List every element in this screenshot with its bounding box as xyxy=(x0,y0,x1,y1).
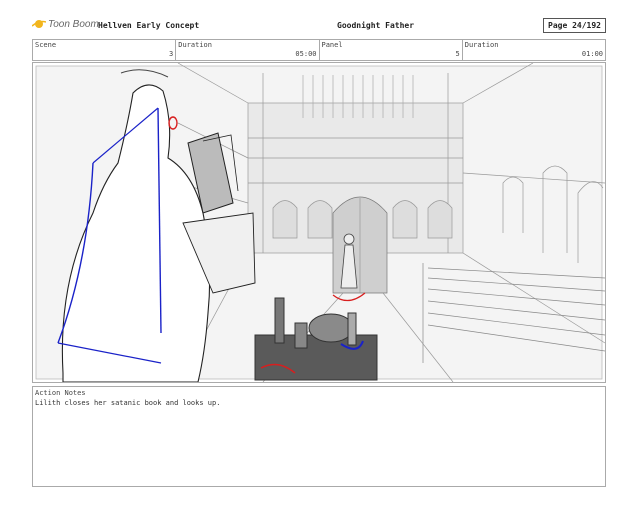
page-number: Page 24/192 xyxy=(543,18,606,33)
cathedral-sketch xyxy=(35,63,605,382)
duration-label: Duration xyxy=(178,41,212,49)
project-name: Hellven Early Concept xyxy=(98,21,200,30)
panel-duration-label: Duration xyxy=(464,41,499,49)
panel-label: Panel xyxy=(321,41,343,49)
logo-text: Toon Boom xyxy=(48,18,99,30)
sun-logo-icon xyxy=(32,20,46,28)
action-notes-label: Action Notes xyxy=(35,389,86,397)
storyboard-title: Goodnight Father xyxy=(337,21,415,30)
duration-cell: Duration 05:00 xyxy=(176,40,320,60)
panel-cell: Panel 5 xyxy=(320,40,463,60)
panel-info-bar: Scene 3 Duration 05:00 Panel 5 Duration … xyxy=(32,39,606,61)
panel-value: 5 xyxy=(455,50,460,58)
scene-value: 3 xyxy=(169,50,174,58)
action-notes-text: Lilith closes her satanic book and looks… xyxy=(35,399,221,407)
page-header: Toon Boom Hellven Early Concept Goodnigh… xyxy=(32,16,606,36)
action-notes-box: Action Notes Lilith closes her satanic b… xyxy=(32,386,606,487)
panel-duration-value: 01:00 xyxy=(581,50,603,58)
scene-label: Scene xyxy=(35,41,57,49)
scene-cell: Scene 3 xyxy=(33,40,177,60)
duration-value: 05:00 xyxy=(295,50,317,58)
storyboard-frame xyxy=(32,62,606,383)
toon-boom-logo: Toon Boom xyxy=(32,18,99,30)
panel-duration-cell: Duration 01:00 xyxy=(463,40,605,60)
